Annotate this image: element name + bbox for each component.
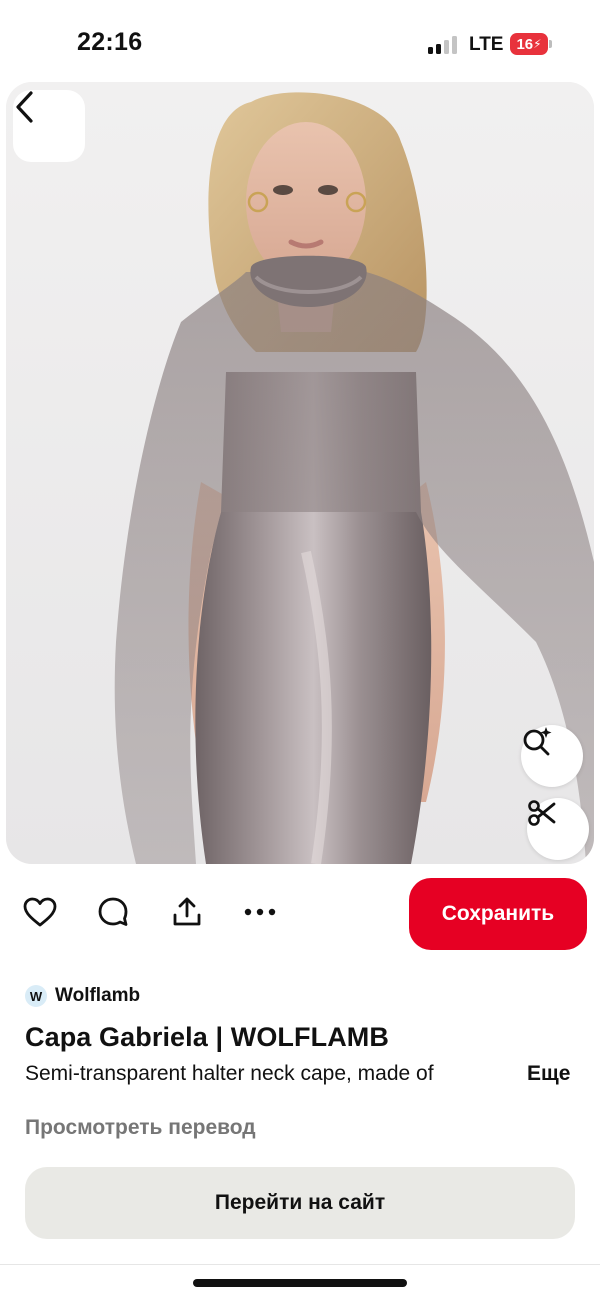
save-button[interactable]: Сохранить (409, 878, 587, 950)
action-bar: Сохранить (0, 876, 600, 952)
battery-icon: 16 ⚡ (510, 33, 548, 55)
cutout-button[interactable] (527, 798, 589, 860)
pin-image[interactable] (6, 82, 594, 864)
share-icon (173, 897, 201, 926)
pin-title: Capa Gabriela | WOLFLAMB (25, 1022, 389, 1052)
scissors-icon (528, 800, 556, 826)
chevron-left-icon (16, 91, 33, 123)
battery-level: 16 (516, 35, 534, 53)
pin-description: Semi-transparent halter neck cape, made … (25, 1062, 434, 1085)
lens-sparkle-icon (523, 727, 552, 756)
visual-search-button[interactable] (521, 725, 583, 787)
status-time: 22:16 (77, 28, 143, 56)
more-link[interactable]: Еще (527, 1062, 570, 1086)
status-bar: 22:16 LTE 16 ⚡ (0, 0, 600, 80)
more-options-button[interactable] (242, 894, 278, 930)
translate-link[interactable]: Просмотреть перевод (25, 1116, 256, 1140)
heart-icon (23, 897, 57, 927)
share-button[interactable] (169, 894, 205, 930)
comment-icon (98, 897, 128, 926)
home-indicator[interactable] (193, 1279, 407, 1287)
source-link[interactable]: W Wolflamb (25, 985, 140, 1007)
comment-button[interactable] (95, 894, 131, 930)
visit-site-button[interactable]: Перейти на сайт (25, 1167, 575, 1239)
source-name: Wolflamb (55, 985, 141, 1006)
back-button[interactable] (13, 90, 85, 162)
pin-photo (6, 82, 594, 864)
divider (0, 1264, 600, 1265)
source-avatar: W (25, 985, 47, 1007)
more-icon (244, 908, 276, 916)
network-label: LTE (469, 34, 504, 55)
like-button[interactable] (22, 894, 58, 930)
signal-icon (428, 36, 458, 54)
